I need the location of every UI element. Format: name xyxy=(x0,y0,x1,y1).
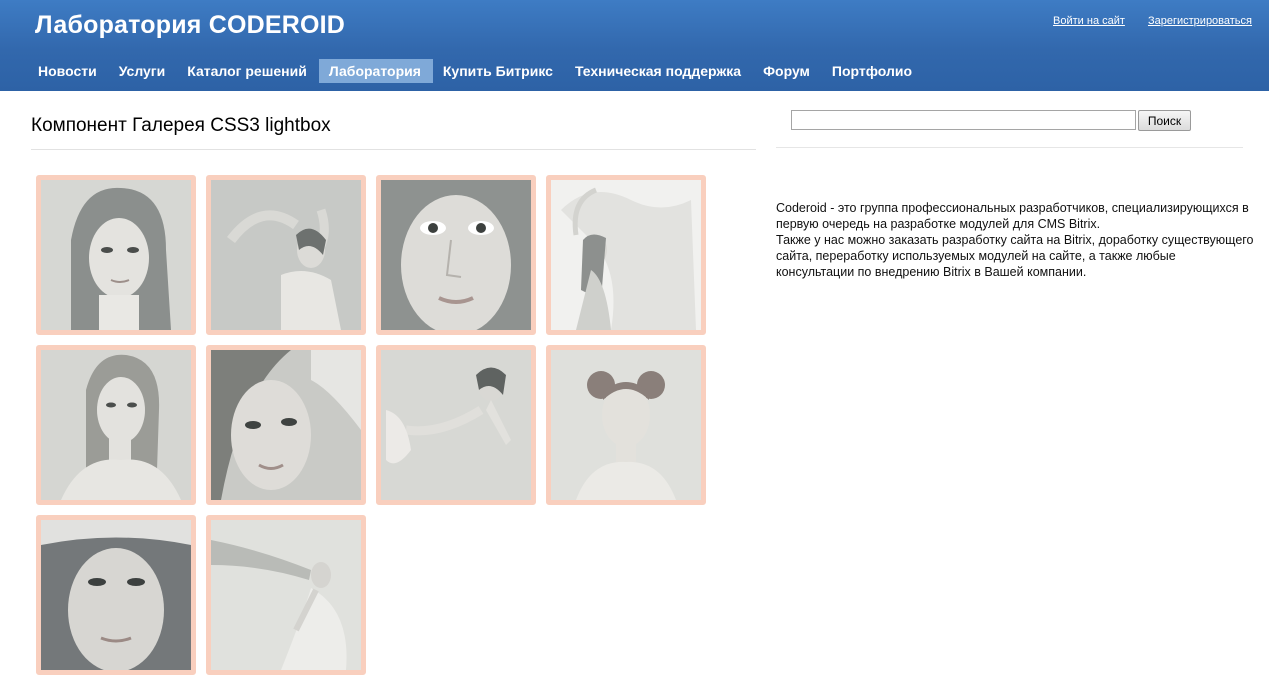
gallery-thumbnail[interactable] xyxy=(206,175,366,335)
portrait-image xyxy=(551,180,701,330)
gallery-thumbnail[interactable] xyxy=(36,345,196,505)
gallery-thumbnail[interactable] xyxy=(206,345,366,505)
nav-item-forum[interactable]: Форум xyxy=(753,59,822,83)
nav-item-support[interactable]: Техническая поддержка xyxy=(565,59,753,83)
portrait-image xyxy=(551,350,701,500)
nav-item-catalog[interactable]: Каталог решений xyxy=(177,59,319,83)
nav-item-portfolio[interactable]: Портфолио xyxy=(822,59,924,83)
register-link[interactable]: Зарегистрироваться xyxy=(1148,15,1252,27)
gallery-thumbnail[interactable] xyxy=(206,515,366,675)
site-title[interactable]: Лаборатория CODEROID xyxy=(35,11,345,40)
portrait-image xyxy=(381,350,531,500)
about-paragraph: Также у нас можно заказать разработку са… xyxy=(776,233,1254,279)
page-title: Компонент Галерея CSS3 lightbox xyxy=(31,115,331,136)
gallery-thumbnail[interactable] xyxy=(546,345,706,505)
gallery-thumbnail[interactable] xyxy=(36,515,196,675)
main-nav: Новости Услуги Каталог решений Лаборатор… xyxy=(28,59,924,83)
title-divider xyxy=(31,149,756,150)
portrait-image xyxy=(211,350,361,500)
portrait-image xyxy=(381,180,531,330)
nav-item-buy-bitrix[interactable]: Купить Битрикс xyxy=(433,59,565,83)
gallery-thumbnail[interactable] xyxy=(546,175,706,335)
portrait-image xyxy=(211,520,361,670)
about-paragraph: Coderoid - это группа профессиональных р… xyxy=(776,201,1249,231)
auth-links: Войти на сайт Зарегистрироваться xyxy=(1033,15,1252,27)
nav-item-services[interactable]: Услуги xyxy=(109,59,178,83)
portrait-image xyxy=(41,180,191,330)
portrait-image xyxy=(41,350,191,500)
nav-item-laboratory[interactable]: Лаборатория xyxy=(318,59,433,83)
sidebar-divider xyxy=(776,147,1243,148)
gallery-thumbnail[interactable] xyxy=(376,175,536,335)
site-header: Лаборатория CODEROID Войти на сайт Зарег… xyxy=(0,0,1269,91)
nav-item-news[interactable]: Новости xyxy=(28,59,109,83)
portrait-image xyxy=(211,180,361,330)
search-button[interactable]: Поиск xyxy=(1138,110,1191,131)
portrait-image xyxy=(41,520,191,670)
login-link[interactable]: Войти на сайт xyxy=(1053,15,1125,27)
gallery-thumbnail[interactable] xyxy=(36,175,196,335)
gallery-thumbnail[interactable] xyxy=(376,345,536,505)
about-text: Coderoid - это группа профессиональных р… xyxy=(776,200,1256,280)
search-input[interactable] xyxy=(791,110,1136,130)
